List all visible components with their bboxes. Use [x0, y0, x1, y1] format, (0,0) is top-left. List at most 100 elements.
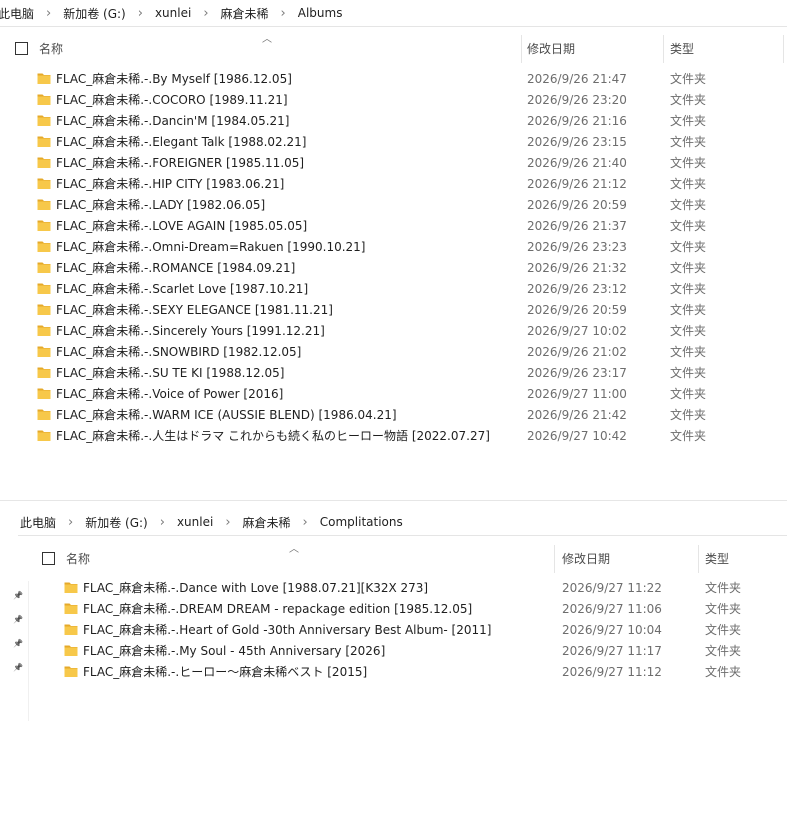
item-type: 文件夹: [670, 303, 707, 317]
breadcrumb-item[interactable]: xunlei: [153, 6, 193, 20]
list-item[interactable]: FLAC_麻倉未稀.-.ヒーロー～麻倉未稀ベスト [2015] 2026/9/27…: [0, 661, 787, 682]
list-item[interactable]: FLAC_麻倉未稀.-.LOVE AGAIN [1985.05.05] 2026/…: [0, 215, 787, 236]
sort-up-icon[interactable]: ︿: [262, 30, 272, 45]
item-type: 文件夹: [670, 387, 707, 401]
breadcrumb-item[interactable]: 麻倉未稀: [241, 514, 293, 531]
folder-icon: [37, 302, 51, 316]
folder-icon: [37, 71, 51, 85]
breadcrumb-item[interactable]: Complitations: [318, 515, 405, 529]
list-item[interactable]: FLAC_麻倉未稀.-.SEXY ELEGANCE [1981.11.21] 20…: [0, 299, 787, 320]
chevron-right-icon[interactable]: ›: [58, 515, 83, 530]
item-modified-date: 2026/9/27 11:00: [527, 386, 627, 401]
item-modified-date: 2026/9/26 23:23: [527, 239, 627, 254]
folder-icon: [37, 197, 51, 211]
item-name: FLAC_麻倉未稀.-.ヒーロー～麻倉未稀ベスト [2015]: [83, 665, 368, 679]
item-name: FLAC_麻倉未稀.-.COCORO [1989.11.21]: [56, 93, 288, 107]
list-item[interactable]: FLAC_麻倉未稀.-.人生はドラマ これからも続く私のヒーロー物語 [2022…: [0, 425, 787, 446]
item-type: 文件夹: [670, 156, 707, 170]
item-modified-date: 2026/9/26 23:12: [527, 281, 627, 296]
list-item[interactable]: FLAC_麻倉未稀.-.ROMANCE [1984.09.21] 2026/9/2…: [0, 257, 787, 278]
select-all-checkbox[interactable]: [42, 552, 55, 565]
chevron-right-icon[interactable]: ›: [215, 515, 240, 530]
column-type-header[interactable]: 类型: [705, 543, 729, 573]
column-divider[interactable]: [663, 35, 664, 63]
explorer-pane-albums: 此电脑 › 新加卷 (G:) › xunlei › 麻倉未稀 › Albums ︿ 名称 修改日…: [0, 0, 787, 465]
item-modified-date: 2026/9/26 23:17: [527, 365, 627, 380]
item-modified-date: 2026/9/26 20:59: [527, 302, 627, 317]
breadcrumb-item[interactable]: 新加卷 (G:): [61, 5, 128, 22]
breadcrumb-item[interactable]: Albums: [296, 6, 345, 20]
folder-icon: [37, 344, 51, 358]
item-modified-date: 2026/9/26 21:32: [527, 260, 627, 275]
column-type-header[interactable]: 类型: [670, 33, 694, 63]
column-name-header[interactable]: 名称: [39, 33, 63, 63]
list-item[interactable]: FLAC_麻倉未稀.-.Voice of Power [2016] 2026/9/…: [0, 383, 787, 404]
folder-icon: [37, 176, 51, 190]
list-item[interactable]: FLAC_麻倉未稀.-.Heart of Gold -30th Annivers…: [0, 619, 787, 640]
breadcrumb-item[interactable]: 麻倉未稀: [219, 5, 271, 22]
list-item[interactable]: FLAC_麻倉未稀.-.Elegant Talk [1988.02.21] 202…: [0, 131, 787, 152]
item-type: 文件夹: [705, 602, 742, 616]
column-divider[interactable]: [698, 545, 699, 573]
chevron-right-icon[interactable]: ›: [128, 6, 153, 21]
chevron-right-icon[interactable]: ›: [293, 515, 318, 530]
item-modified-date: 2026/9/27 11:06: [562, 601, 662, 616]
breadcrumb-item[interactable]: 新加卷 (G:): [83, 514, 150, 531]
column-date-header[interactable]: 修改日期: [562, 543, 610, 573]
column-name-header[interactable]: 名称: [66, 543, 90, 573]
item-name: FLAC_麻倉未稀.-.DREAM DREAM - repackage edit…: [83, 602, 473, 616]
explorer-pane-compilations: 此电脑 › 新加卷 (G:) › xunlei › 麻倉未稀 › Complitations ︿…: [0, 500, 787, 834]
list-item[interactable]: FLAC_麻倉未稀.-.Scarlet Love [1987.10.21] 202…: [0, 278, 787, 299]
item-name: FLAC_麻倉未稀.-.SEXY ELEGANCE [1981.11.21]: [56, 303, 333, 317]
breadcrumb-item[interactable]: xunlei: [175, 515, 215, 529]
list-item[interactable]: FLAC_麻倉未稀.-.WARM ICE (AUSSIE BLEND) [198…: [0, 404, 787, 425]
list-item[interactable]: FLAC_麻倉未稀.-.HIP CITY [1983.06.21] 2026/9/…: [0, 173, 787, 194]
item-modified-date: 2026/9/27 10:02: [527, 323, 627, 338]
item-type: 文件夹: [670, 93, 707, 107]
list-item[interactable]: FLAC_麻倉未稀.-.SNOWBIRD [1982.12.05] 2026/9/…: [0, 341, 787, 362]
item-name: FLAC_麻倉未稀.-.Sincerely Yours [1991.12.21]: [56, 324, 325, 338]
column-date-header[interactable]: 修改日期: [527, 33, 575, 63]
list-item[interactable]: FLAC_麻倉未稀.-.My Soul - 45th Anniversary […: [0, 640, 787, 661]
list-item[interactable]: FLAC_麻倉未稀.-.Omni-Dream=Rakuen [1990.10.2…: [0, 236, 787, 257]
folder-icon: [64, 622, 78, 636]
chevron-right-icon[interactable]: ›: [193, 6, 218, 21]
list-item[interactable]: FLAC_麻倉未稀.-.COCORO [1989.11.21] 2026/9/26…: [0, 89, 787, 110]
folder-icon: [37, 218, 51, 232]
breadcrumb: 此电脑 › 新加卷 (G:) › xunlei › 麻倉未稀 › Albums: [0, 0, 787, 27]
item-modified-date: 2026/9/26 20:59: [527, 197, 627, 212]
list-item[interactable]: FLAC_麻倉未稀.-.LADY [1982.06.05] 2026/9/26 2…: [0, 194, 787, 215]
list-item[interactable]: FLAC_麻倉未稀.-.Sincerely Yours [1991.12.21]…: [0, 320, 787, 341]
item-type: 文件夹: [670, 135, 707, 149]
column-divider[interactable]: [783, 35, 784, 63]
folder-icon: [37, 428, 51, 442]
column-header: ︿ 名称 修改日期 类型: [35, 543, 787, 573]
item-type: 文件夹: [705, 665, 742, 679]
chevron-right-icon[interactable]: ›: [271, 6, 296, 21]
select-all-checkbox[interactable]: [15, 42, 28, 55]
breadcrumb-item[interactable]: 此电脑: [0, 5, 36, 22]
list-item[interactable]: FLAC_麻倉未稀.-.By Myself [1986.12.05] 2026/9…: [0, 68, 787, 89]
item-name: FLAC_麻倉未稀.-.Dancin'M [1984.05.21]: [56, 114, 290, 128]
folder-icon: [37, 365, 51, 379]
list-item[interactable]: FLAC_麻倉未稀.-.Dance with Love [1988.07.21]…: [0, 577, 787, 598]
breadcrumb-item[interactable]: 此电脑: [18, 514, 58, 531]
item-type: 文件夹: [670, 261, 707, 275]
item-name: FLAC_麻倉未稀.-.SU TE KI [1988.12.05]: [56, 366, 285, 380]
chevron-right-icon[interactable]: ›: [36, 6, 61, 21]
sort-up-icon[interactable]: ︿: [289, 540, 299, 555]
item-name: FLAC_麻倉未稀.-.Dance with Love [1988.07.21]…: [83, 581, 429, 595]
column-divider[interactable]: [521, 35, 522, 63]
item-name: FLAC_麻倉未稀.-.SNOWBIRD [1982.12.05]: [56, 345, 302, 359]
list-item[interactable]: FLAC_麻倉未稀.-.Dancin'M [1984.05.21] 2026/9/…: [0, 110, 787, 131]
chevron-right-icon[interactable]: ›: [150, 515, 175, 530]
folder-icon: [37, 155, 51, 169]
column-divider[interactable]: [554, 545, 555, 573]
folder-icon: [37, 239, 51, 253]
list-item[interactable]: FLAC_麻倉未稀.-.SU TE KI [1988.12.05] 2026/9/…: [0, 362, 787, 383]
folder-icon: [37, 134, 51, 148]
list-item[interactable]: FLAC_麻倉未稀.-.FOREIGNER [1985.11.05] 2026/9…: [0, 152, 787, 173]
list-item[interactable]: FLAC_麻倉未稀.-.DREAM DREAM - repackage edit…: [0, 598, 787, 619]
item-type: 文件夹: [705, 623, 742, 637]
item-type: 文件夹: [705, 581, 742, 595]
